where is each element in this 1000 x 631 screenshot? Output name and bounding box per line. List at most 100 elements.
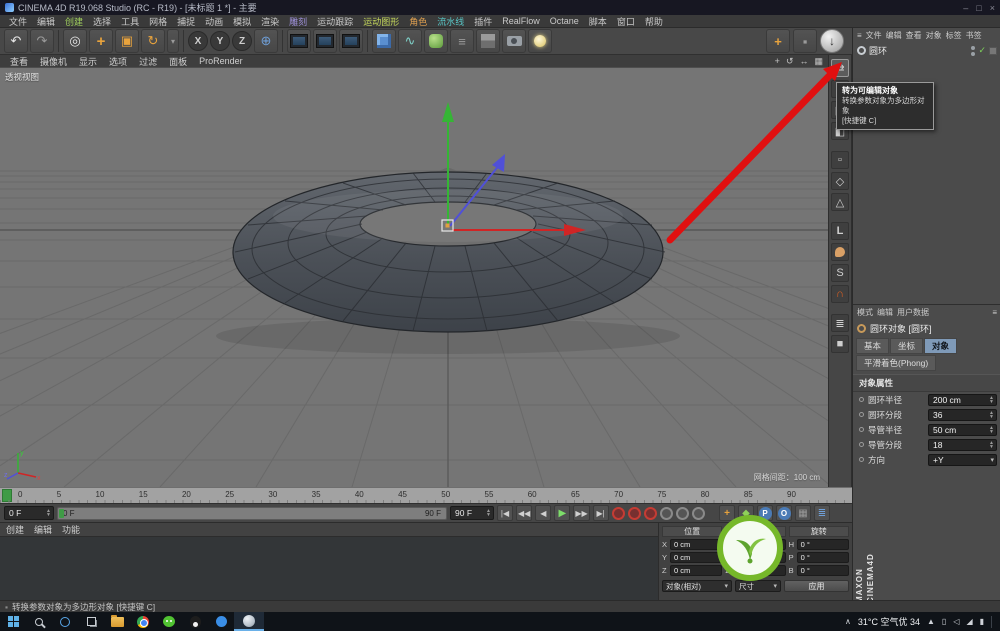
add-primitive-button[interactable] [372,29,396,53]
battery-icon[interactable]: ▮ [980,617,984,626]
menu-sculpt[interactable]: 雕刻 [284,15,312,28]
menu-window[interactable]: 窗口 [612,15,640,28]
phong-tag-icon[interactable] [989,47,997,55]
om-menu-objects[interactable]: 对象 [926,30,942,41]
network-icon[interactable]: ◢ [966,617,972,626]
object-list-item-torus[interactable]: 圆环 ✓ [853,43,1000,58]
stepper-icon[interactable]: ▲▼ [486,509,491,517]
redo-button[interactable]: ↷ [30,29,54,53]
lock-z-axis-button[interactable]: Z [232,31,252,51]
menu-animate[interactable]: 动画 [200,15,228,28]
current-frame-field[interactable]: 0 F ▲▼ [4,506,54,520]
apply-button[interactable]: 应用 [784,580,849,592]
viewport-canvas[interactable]: 透视视图 网格间距：100 cm y x z [0,68,828,487]
om-menu-file[interactable]: 文件 [866,30,882,41]
start-button[interactable] [0,612,26,631]
close-button[interactable]: × [990,3,995,13]
enabled-check-icon[interactable]: ✓ [978,45,986,56]
am-menu-mode[interactable]: 模式 [857,307,873,318]
menu-edit[interactable]: 编辑 [32,15,60,28]
vp-menu-prorender[interactable]: ProRender [194,56,248,66]
stepper-icon[interactable]: ▲▼ [46,509,51,517]
vp-menu-options[interactable]: 选项 [104,55,132,68]
coordinate-system-button[interactable]: ⊕ [254,29,278,53]
tim-button[interactable] [208,612,234,631]
lock-x-axis-button[interactable]: X [188,31,208,51]
edges-mode-button[interactable]: ◇ [831,172,849,190]
move-tool-button[interactable]: + [89,29,113,53]
am-menu-edit[interactable]: 编辑 [877,307,893,318]
menu-realflow[interactable]: RealFlow [497,16,545,26]
qq-button[interactable] [182,612,208,631]
view-label[interactable]: 透视视图 [5,71,39,83]
add-button[interactable]: + [766,29,790,53]
vp-menu-view[interactable]: 查看 [5,55,33,68]
om-menu-view[interactable]: 查看 [906,30,922,41]
timeline-ruler[interactable]: 05 1015 2025 3035 4045 5055 6065 7075 80… [0,487,852,503]
record-position-button[interactable] [628,507,641,520]
mat-menu-edit[interactable]: 编辑 [34,523,52,536]
end-frame-field[interactable]: 90 F ▲▼ [450,506,494,520]
tab-phong[interactable]: 平滑着色(Phong) [856,355,936,371]
stepper-icon[interactable]: ▲▼ [989,396,994,404]
security-icon[interactable]: ▲ [927,617,935,626]
record-pla-button[interactable] [692,507,705,520]
minimize-button[interactable]: – [963,3,968,13]
om-menu-edit[interactable]: 编辑 [886,30,902,41]
taskbar-search-button[interactable] [26,612,52,631]
pan-view-icon[interactable]: + [775,56,780,67]
am-menu-userdata[interactable]: 用户数据 [897,307,929,318]
goto-start-button[interactable]: |◀ [497,505,513,521]
add-array-button[interactable]: ≡ [450,29,474,53]
orientation-select[interactable]: +Y ▾ [928,454,997,466]
make-editable-button[interactable]: ⇄ [831,59,849,77]
next-key-button[interactable]: ▶▶ [573,505,589,521]
tab-coordinates[interactable]: 坐标 [890,338,923,354]
solo-mode-button[interactable]: S [831,264,849,282]
goto-end-button[interactable]: ▶| [593,505,609,521]
anim-dot-icon[interactable] [859,412,864,417]
stepper-icon[interactable]: ▲▼ [989,426,994,434]
render-view-button[interactable] [287,29,311,53]
menu-mesh[interactable]: 网格 [144,15,172,28]
vp-menu-filter[interactable]: 过滤 [134,55,162,68]
phone-icon[interactable]: ▯ [942,617,946,626]
mat-menu-create[interactable]: 创建 [6,523,24,536]
vp-menu-display[interactable]: 显示 [74,55,102,68]
power-slider[interactable]: 0 F 90 F [57,507,447,520]
torus-radius-field[interactable]: 200 cm ▲▼ [928,394,997,406]
torus-segments-field[interactable]: 36 ▲▼ [928,409,997,421]
menu-script[interactable]: 脚本 [584,15,612,28]
browser-button[interactable] [130,612,156,631]
menu-octane[interactable]: Octane [545,16,584,26]
wechat-button[interactable] [156,612,182,631]
enable-axis-button[interactable]: L [831,222,849,240]
tab-basic[interactable]: 基本 [856,338,889,354]
menu-create[interactable]: 创建 [60,15,88,28]
timeline-layout-button[interactable]: ≣ [814,505,830,521]
show-desktop-divider[interactable] [991,616,992,628]
menu-tools[interactable]: 工具 [116,15,144,28]
stepper-icon[interactable]: ▲▼ [989,411,994,419]
menu-render[interactable]: 渲染 [256,15,284,28]
toggle-views-icon[interactable]: ▦ [814,56,823,67]
rotation-b-field[interactable]: 0 ° [797,565,849,576]
zoom-view-icon[interactable]: ↔ [799,56,808,67]
menu-character[interactable]: 角色 [404,15,432,28]
scale-tool-button[interactable]: ▣ [115,29,139,53]
render-picture-viewer-button[interactable] [313,29,337,53]
points-mode-button[interactable]: ▫ [831,151,849,169]
record-keyframe-button[interactable] [612,507,625,520]
add-camera-button[interactable] [502,29,526,53]
volume-icon[interactable]: ◁ [953,617,959,626]
visibility-dots[interactable] [971,46,975,56]
file-explorer-button[interactable] [104,612,130,631]
mat-menu-function[interactable]: 功能 [62,523,80,536]
record-parameter-button[interactable] [676,507,689,520]
vp-menu-panel[interactable]: 面板 [164,55,192,68]
rotate-tool-button[interactable]: ↻ [141,29,165,53]
add-environment-button[interactable] [476,29,500,53]
add-light-button[interactable] [528,29,552,53]
anim-dot-icon[interactable] [859,442,864,447]
record-scale-button[interactable] [660,507,673,520]
